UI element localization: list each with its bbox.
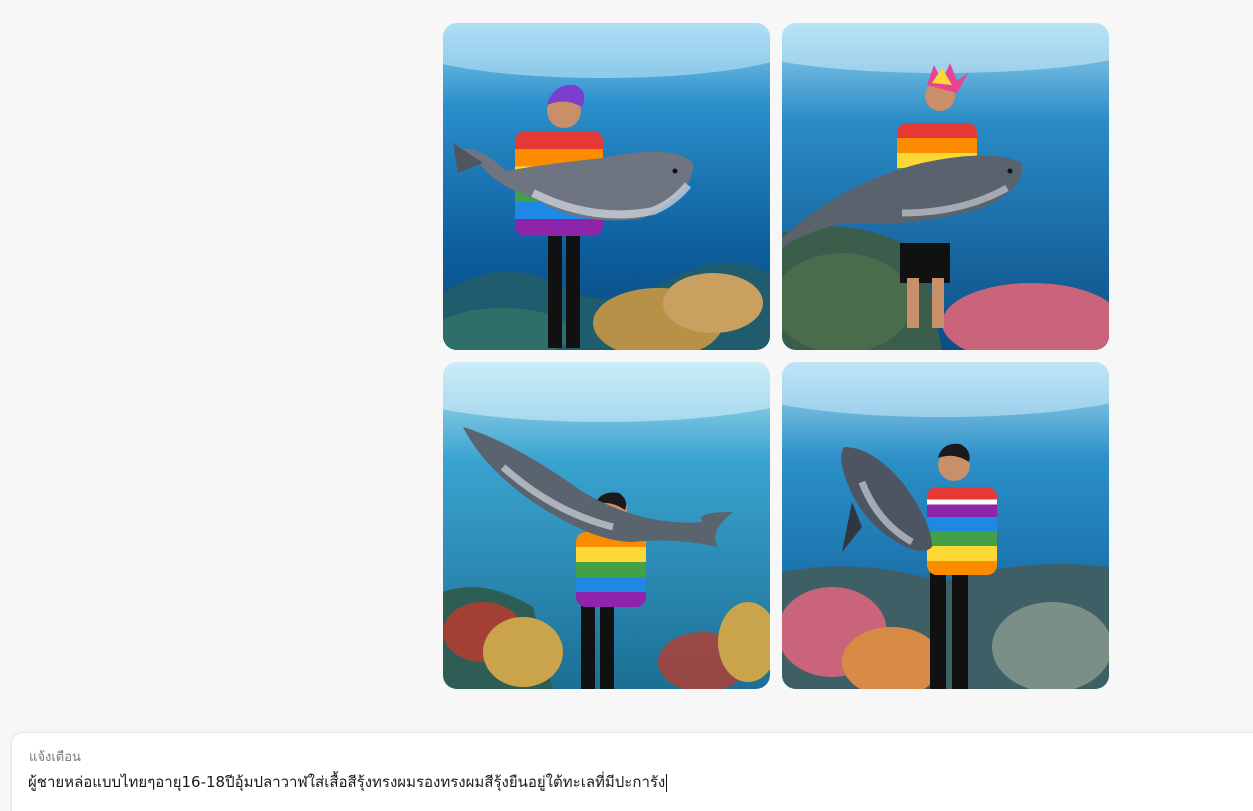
- prompt-label: แจ้งเตือน: [29, 750, 81, 765]
- prompt-box: แจ้งเตือน ผู้ชายหล่อแบบไทยๆอายุ16-18ปีอุ…: [11, 732, 1253, 811]
- underwater-scene-image: [443, 362, 770, 689]
- generated-image-1[interactable]: [443, 23, 770, 350]
- underwater-scene-image: [782, 23, 1109, 350]
- generated-image-4[interactable]: [782, 362, 1109, 689]
- underwater-scene-image: [443, 23, 770, 350]
- generated-image-2[interactable]: [782, 23, 1109, 350]
- page: แจ้งเตือน ผู้ชายหล่อแบบไทยๆอายุ16-18ปีอุ…: [0, 0, 1253, 811]
- text-caret: [666, 773, 668, 792]
- underwater-scene-image: [782, 362, 1109, 689]
- prompt-text: ผู้ชายหล่อแบบไทยๆอายุ16-18ปีอุ้มปลาวาฬใส…: [28, 773, 666, 791]
- prompt-input[interactable]: ผู้ชายหล่อแบบไทยๆอายุ16-18ปีอุ้มปลาวาฬใส…: [28, 770, 1128, 794]
- image-grid: [443, 23, 1109, 689]
- generated-image-3[interactable]: [443, 362, 770, 689]
